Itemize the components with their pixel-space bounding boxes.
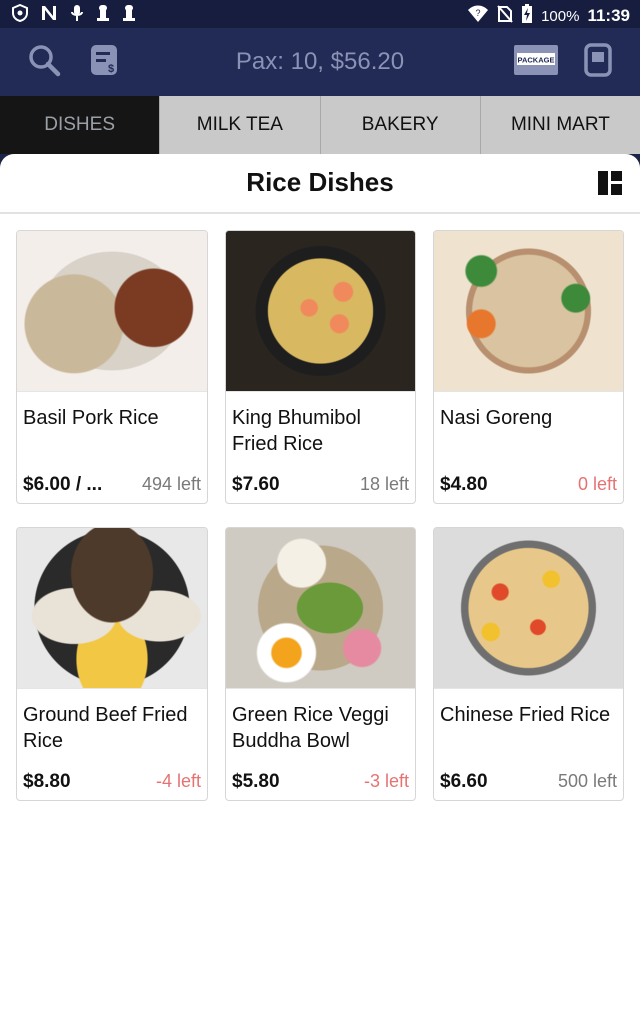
search-icon bbox=[26, 42, 62, 83]
n-icon bbox=[40, 4, 58, 27]
battery-percent: 100% bbox=[541, 7, 580, 25]
dish-price: $8.80 bbox=[23, 771, 71, 792]
tab-dishes[interactable]: DISHES bbox=[0, 96, 160, 154]
dish-stock: 0 left bbox=[577, 474, 617, 494]
dish-price: $7.60 bbox=[232, 474, 280, 495]
dish-card[interactable]: Green Rice Veggi Buddha Bowl $5.80 -3 le… bbox=[225, 527, 416, 801]
dish-stock: 494 left bbox=[141, 474, 201, 494]
toolbar: $ Pax: 10, $56.20 PACKAGE bbox=[0, 28, 640, 96]
dish-name: Basil Pork Rice bbox=[23, 407, 159, 429]
dish-image bbox=[17, 231, 207, 392]
dish-name: Nasi Goreng bbox=[440, 407, 553, 429]
svg-text:$: $ bbox=[108, 63, 114, 75]
package-button[interactable]: PACKAGE bbox=[512, 42, 560, 82]
wifi-icon: ? bbox=[467, 5, 489, 27]
grid-layout-icon bbox=[598, 171, 622, 199]
dish-card[interactable]: King Bhumibol Fried Rice $7.60 18 left bbox=[225, 230, 416, 504]
search-button[interactable] bbox=[24, 42, 64, 82]
dish-image bbox=[226, 231, 415, 392]
dish-image bbox=[17, 528, 207, 689]
tab-mini-mart[interactable]: MINI MART bbox=[479, 96, 640, 154]
dish-stock: -4 left bbox=[155, 771, 201, 791]
dish-card[interactable]: Chinese Fried Rice $6.60 500 left bbox=[433, 527, 624, 801]
lock-icon-2 bbox=[122, 4, 136, 27]
dish-image bbox=[434, 231, 623, 392]
dish-image bbox=[434, 528, 623, 689]
status-bar: ? 100% 11:39 bbox=[0, 0, 640, 28]
pax-summary: Pax: 10, $56.20 bbox=[235, 48, 405, 75]
dish-name: Green Rice Veggi Buddha Bowl bbox=[232, 704, 389, 752]
package-label: PACKAGE bbox=[518, 55, 555, 64]
panel-title: Rice Dishes bbox=[246, 167, 394, 197]
dish-stock: 18 left bbox=[359, 474, 409, 494]
category-tabs: DISHES MILK TEA BAKERY MINI MART bbox=[0, 96, 640, 154]
status-left-icons bbox=[12, 3, 136, 27]
dish-stock: -3 left bbox=[363, 771, 409, 791]
dish-grid: Basil Pork Rice $6.00 / ... 494 left Kin… bbox=[16, 230, 624, 801]
panel-header: Rice Dishes bbox=[0, 154, 640, 214]
dish-name: Chinese Fried Rice bbox=[440, 704, 611, 726]
calculator-button[interactable] bbox=[578, 42, 618, 82]
shield-icon bbox=[12, 3, 28, 27]
calculator-icon bbox=[584, 42, 612, 82]
dish-price: $6.60 bbox=[440, 771, 488, 792]
receipt-icon: $ bbox=[89, 43, 119, 82]
tab-bakery[interactable]: BAKERY bbox=[319, 96, 480, 154]
dish-name: Ground Beef Fried Rice bbox=[23, 704, 188, 752]
dish-card[interactable]: Nasi Goreng $4.80 0 left bbox=[433, 230, 624, 504]
dish-card[interactable]: Ground Beef Fried Rice $8.80 -4 left bbox=[16, 527, 208, 801]
status-right: ? 100% 11:39 bbox=[467, 4, 630, 28]
battery-charging-icon bbox=[521, 4, 533, 28]
receipt-button[interactable]: $ bbox=[84, 42, 124, 82]
menu-panel: Rice Dishes Basil Pork Rice $6.00 / ... … bbox=[0, 154, 640, 1024]
dish-stock: 500 left bbox=[557, 771, 617, 791]
dish-image bbox=[226, 528, 415, 689]
dish-card[interactable]: Basil Pork Rice $6.00 / ... 494 left bbox=[16, 230, 208, 504]
dish-price: $5.80 bbox=[232, 771, 280, 792]
dish-price: $4.80 bbox=[440, 474, 488, 495]
no-sim-icon bbox=[497, 5, 513, 27]
dish-price: $6.00 / ... bbox=[23, 474, 103, 495]
clock: 11:39 bbox=[587, 6, 630, 25]
tab-milk-tea[interactable]: MILK TEA bbox=[159, 96, 320, 154]
layout-toggle-button[interactable] bbox=[598, 171, 622, 195]
svg-text:?: ? bbox=[476, 8, 481, 18]
lock-icon bbox=[96, 4, 110, 27]
dish-name: King Bhumibol Fried Rice bbox=[232, 407, 361, 455]
microphone-icon bbox=[70, 4, 84, 27]
package-icon: PACKAGE bbox=[513, 44, 559, 81]
